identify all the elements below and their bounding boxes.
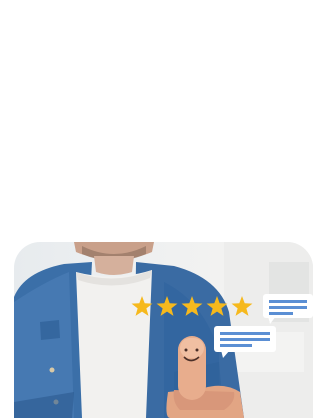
- white-tshirt: [76, 270, 152, 418]
- page: [0, 0, 313, 418]
- hero-image: [14, 242, 313, 418]
- customer-feedback-illustration: [14, 242, 313, 418]
